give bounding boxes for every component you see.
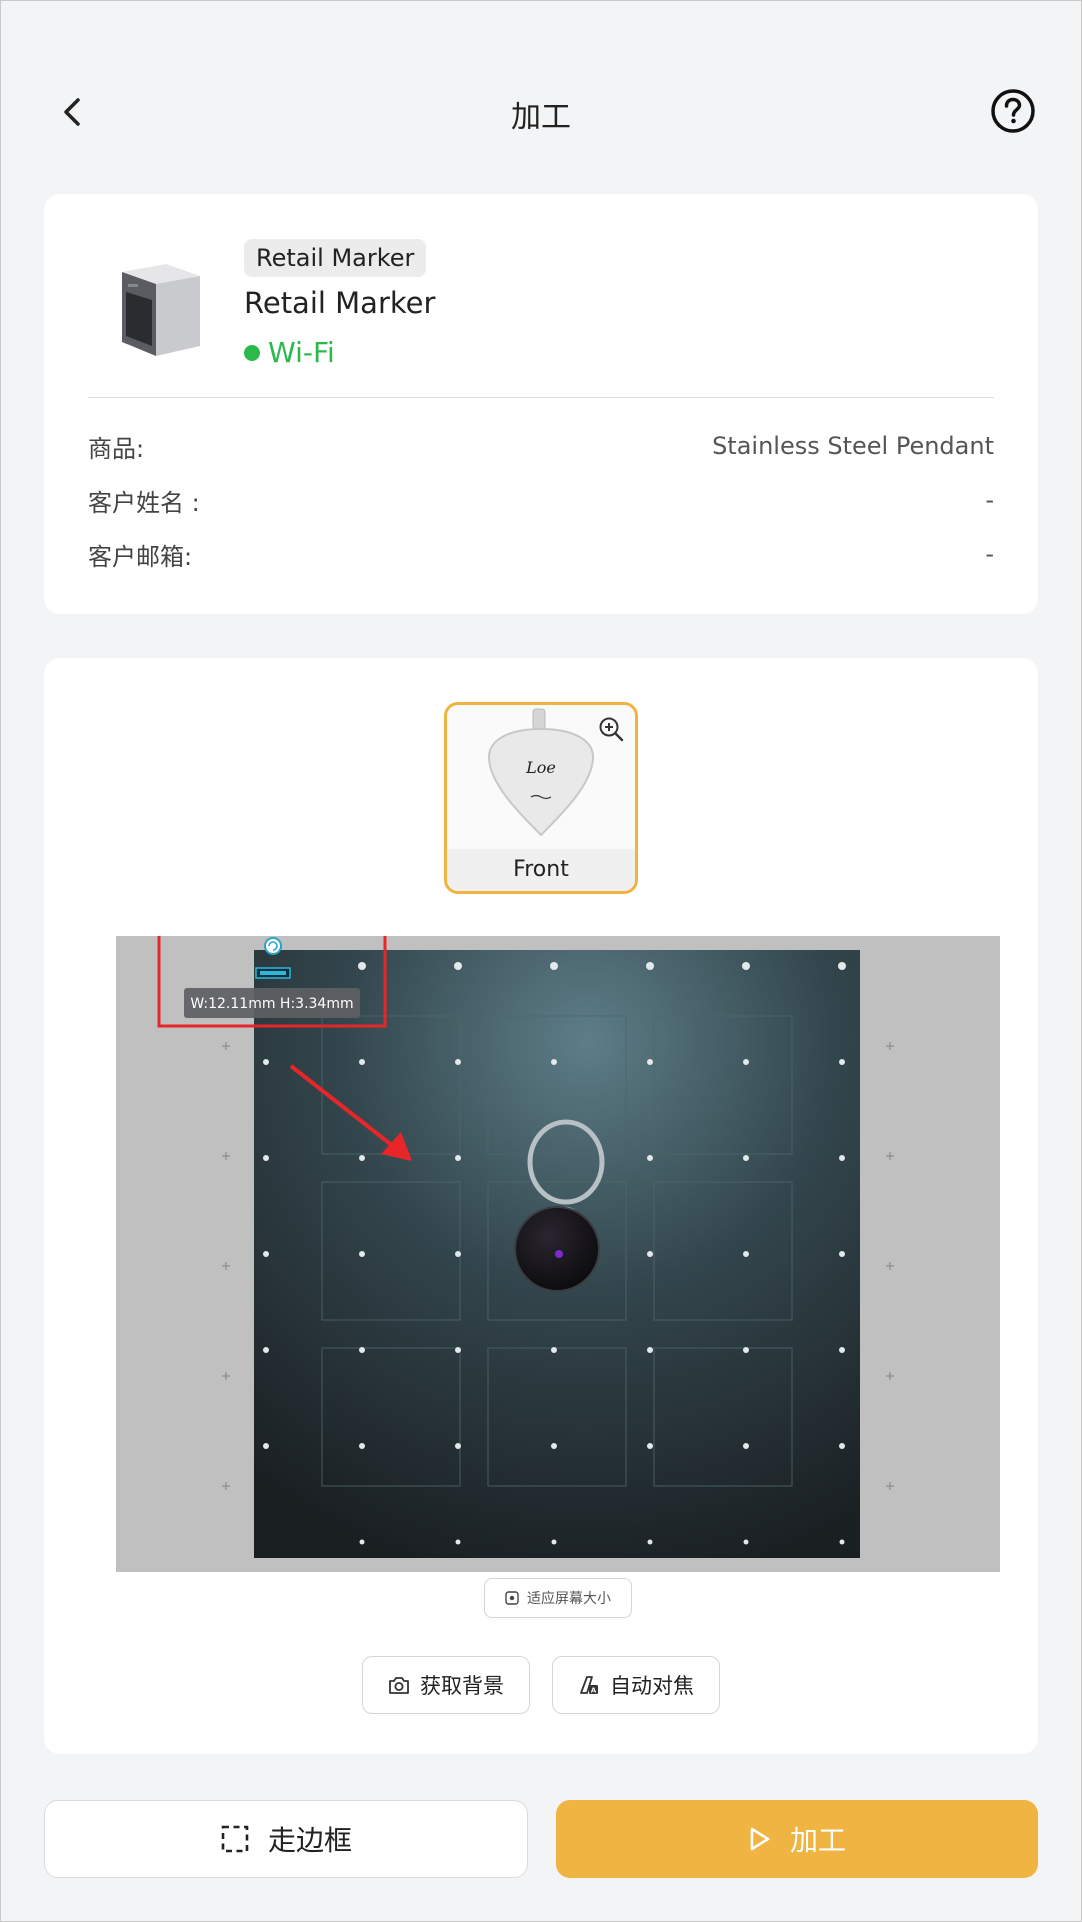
help-button[interactable]	[990, 88, 1036, 134]
info-row-customer-name: 客户姓名 : -	[88, 480, 994, 520]
fit-screen-label: 适应屏幕大小	[527, 1591, 611, 1607]
info-row-customer-email: 客户邮箱: -	[88, 534, 994, 574]
camera-background: W:12.11mm H:3.34mm	[116, 936, 1000, 1572]
dashed-frame-icon	[221, 1825, 249, 1853]
status-dot-icon	[244, 344, 260, 361]
connection-label: Wi-Fi	[268, 336, 335, 369]
zoom-in-icon[interactable]	[597, 715, 625, 743]
divider	[88, 397, 994, 398]
fit-screen-icon	[505, 1591, 519, 1605]
auto-focus-label: 自动对焦	[610, 1674, 694, 1698]
top-bar: 加工	[0, 60, 1082, 164]
side-label: Front	[447, 849, 635, 891]
workspace-card: Loe Front W:12.11mm H:3.34mm 适应屏幕大小 获取背景…	[44, 658, 1038, 1754]
svg-text:A: A	[591, 1687, 597, 1695]
get-background-button[interactable]: 获取背景	[362, 1656, 530, 1714]
device-image	[104, 254, 204, 364]
get-background-label: 获取背景	[420, 1674, 504, 1698]
device-card: Retail Marker Retail Marker Wi-Fi 商品: St…	[44, 194, 1038, 614]
run-frame-button[interactable]: 走边框	[44, 1800, 528, 1878]
device-name: Retail Marker	[244, 286, 436, 320]
info-value: -	[985, 540, 994, 568]
run-frame-label: 走边框	[267, 1824, 352, 1857]
laser-bed-canvas[interactable]: W:12.11mm H:3.34mm	[116, 936, 1000, 1572]
auto-focus-button[interactable]: A 自动对焦	[552, 1656, 720, 1714]
info-value: Stainless Steel Pendant	[712, 432, 994, 460]
info-label: 客户邮箱:	[88, 542, 193, 571]
fit-screen-button[interactable]: 适应屏幕大小	[484, 1578, 632, 1618]
engraving-text: Loe	[525, 758, 556, 777]
start-process-label: 加工	[789, 1824, 846, 1857]
connection-status: Wi-Fi	[244, 336, 335, 369]
dimensions-label: W:12.11mm H:3.34mm	[190, 996, 353, 1012]
info-row-product: 商品: Stainless Steel Pendant	[88, 426, 994, 466]
info-value: -	[985, 486, 994, 514]
camera-icon	[389, 1677, 409, 1694]
page-title: 加工	[511, 100, 571, 135]
question-circle-icon	[991, 89, 1035, 133]
device-model-badge: Retail Marker	[244, 239, 427, 277]
info-label: 商品:	[88, 434, 145, 463]
start-process-button[interactable]: 加工	[556, 1800, 1038, 1878]
play-icon	[750, 1827, 770, 1851]
auto-focus-icon: A	[580, 1676, 598, 1695]
info-label: 客户姓名 :	[88, 488, 200, 517]
front-side-thumbnail[interactable]: Loe Front	[444, 702, 638, 894]
